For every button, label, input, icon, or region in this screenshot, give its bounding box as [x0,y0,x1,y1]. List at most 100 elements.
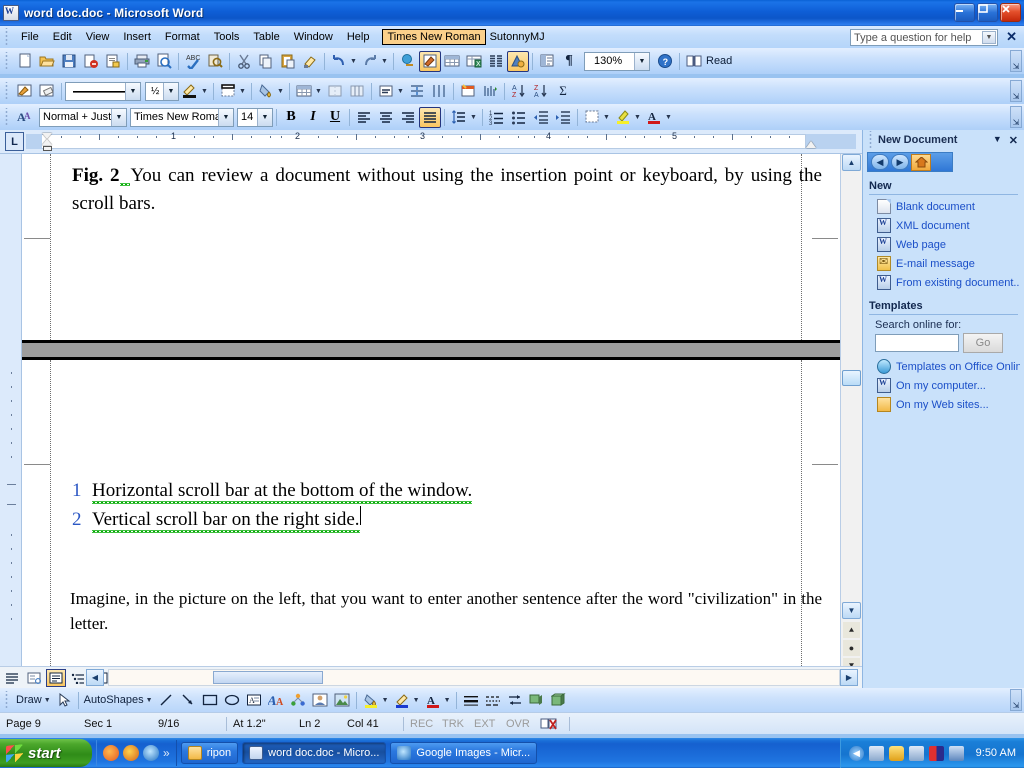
wordart-icon[interactable]: AA [265,690,287,711]
left-indent-marker[interactable] [43,146,52,151]
fill-color-icon[interactable] [360,690,382,711]
taskbar-window-word[interactable]: word doc.doc - Micro... [242,742,387,764]
minimize-button[interactable] [954,3,975,22]
forward-icon[interactable]: ▶ [891,154,909,170]
outside-border-icon[interactable] [581,107,603,128]
list-item[interactable]: 1 Horizontal scroll bar at the bottom of… [72,480,822,506]
task-pane-item-xml-document[interactable]: XML document [863,216,1024,235]
maximize-button[interactable] [977,3,998,22]
task-pane-item-on-my-web-sites[interactable]: On my Web sites... [863,395,1024,414]
line-weight-combo[interactable]: ½ ▼ [145,81,179,101]
copy-icon[interactable] [255,51,277,72]
draw-menu-button[interactable]: Draw [14,694,44,706]
task-pane-item-web-page[interactable]: Web page [863,235,1024,254]
table-autoformat-icon[interactable] [457,81,479,102]
split-cells-icon[interactable] [346,81,368,102]
sort-ascending-icon[interactable]: AZ [508,81,530,102]
diagram-icon[interactable] [287,690,309,711]
align-right-icon[interactable] [397,107,419,128]
standard-toolbar-options[interactable]: ⇲ [1010,50,1022,72]
network-icon[interactable] [869,745,884,761]
menu-edit[interactable]: Edit [46,29,79,45]
dash-style-icon[interactable] [482,690,504,711]
scroll-down-button[interactable]: ▼ [842,602,861,619]
drawing-toolbar-grip[interactable] [3,691,12,709]
scroll-right-button[interactable]: ▶ [840,669,858,686]
styles-and-formatting-icon[interactable]: AA [14,107,36,128]
chevron-down-icon[interactable]: ▼ [163,82,178,100]
document-area[interactable]: Fig. 2 You can review a document without… [0,154,862,666]
task-pane-item-blank-document[interactable]: Blank document [863,197,1024,216]
audio-icon[interactable] [929,745,944,761]
back-icon[interactable]: ◀ [871,154,889,170]
font-color-icon[interactable]: A [643,107,665,128]
3d-style-icon[interactable] [548,690,570,711]
line-spacing-icon[interactable] [448,107,470,128]
insert-table-icon[interactable] [441,51,463,72]
oval-icon[interactable] [221,690,243,711]
open-icon[interactable] [36,51,58,72]
formatting-toolbar-grip[interactable] [3,108,12,126]
taskbar-clock[interactable]: 9:50 AM [976,747,1016,759]
show-hide-icon[interactable]: ◀ [849,745,864,761]
font-size-combo[interactable]: 14 ▼ [237,107,273,127]
network2-icon[interactable] [909,745,924,761]
distribute-columns-icon[interactable] [428,81,450,102]
scroll-up-button[interactable]: ▲ [842,154,861,171]
firefox-icon[interactable] [103,745,119,761]
zoom-combo[interactable]: 130% ▼ [584,51,650,71]
border-color-icon[interactable] [179,81,201,102]
undo-icon[interactable] [328,51,350,72]
horizontal-scroll-track[interactable] [108,669,840,686]
task-pane-item-email-message[interactable]: E-mail message [863,254,1024,273]
format-painter-icon[interactable] [299,51,321,72]
drawing-icon[interactable] [507,50,529,72]
vertical-scrollbar[interactable]: ▲ ▼ ⯅ ● ⯆ [840,154,862,674]
cut-icon[interactable] [233,51,255,72]
formatting-toolbar-options[interactable]: ⇲ [1010,106,1022,128]
clip-art-icon[interactable] [309,690,331,711]
previous-page-button[interactable]: ⯅ [843,622,860,638]
font-combo[interactable]: Times New Roman ▼ [130,107,234,127]
scroll-left-button[interactable]: ◀ [86,669,104,686]
task-pane-item-on-my-computer[interactable]: On my computer... [863,376,1024,395]
status-trk[interactable]: TRK [436,718,468,730]
hanging-indent-marker[interactable] [42,139,52,145]
chevron-down-icon[interactable]: ▼ [257,108,272,126]
language-bar-font-secondary[interactable]: SutonnyMJ [486,30,549,44]
tables-toolbar-grip[interactable] [3,82,12,100]
status-ext[interactable]: EXT [468,718,500,730]
shadow-style-icon[interactable] [526,690,548,711]
template-search-input[interactable] [875,334,959,352]
rectangle-icon[interactable] [199,690,221,711]
vertical-scroll-thumb[interactable] [842,370,861,386]
document-page-current[interactable]: 1 Horizontal scroll bar at the bottom of… [22,360,840,666]
menu-window[interactable]: Window [287,29,340,45]
save-icon[interactable] [58,51,80,72]
merge-cells-icon[interactable] [324,81,346,102]
font-color-icon[interactable]: A [422,690,444,711]
help-icon[interactable]: ? [654,51,676,72]
numbering-icon[interactable]: 123 [486,107,508,128]
underline-button[interactable]: U [324,107,346,128]
menu-help[interactable]: Help [340,29,377,45]
normal-view-icon[interactable] [2,669,22,687]
arrow-style-icon[interactable] [504,690,526,711]
chevron-down-icon[interactable]: ▼ [993,134,1002,147]
taskbar-window-google-images[interactable]: Google Images - Micr... [390,742,538,764]
more-icon[interactable]: » [163,746,170,760]
text-box-icon[interactable]: A [243,690,265,711]
security-icon[interactable] [889,745,904,761]
paste-icon[interactable] [277,51,299,72]
distribute-rows-icon[interactable] [406,81,428,102]
draw-dropdown-icon[interactable]: ▼ [42,697,53,704]
highlight-icon[interactable] [612,107,634,128]
tables-toolbar-options[interactable]: ⇲ [1010,80,1022,102]
insert-table-icon[interactable] [293,81,315,102]
menu-view[interactable]: View [79,29,117,45]
print-layout-view-icon[interactable] [46,668,66,687]
show-formatting-marks-icon[interactable]: ¶ [558,51,580,72]
tables-and-borders-icon[interactable] [419,50,441,72]
picture-icon[interactable] [331,690,353,711]
email-icon[interactable] [102,51,124,72]
